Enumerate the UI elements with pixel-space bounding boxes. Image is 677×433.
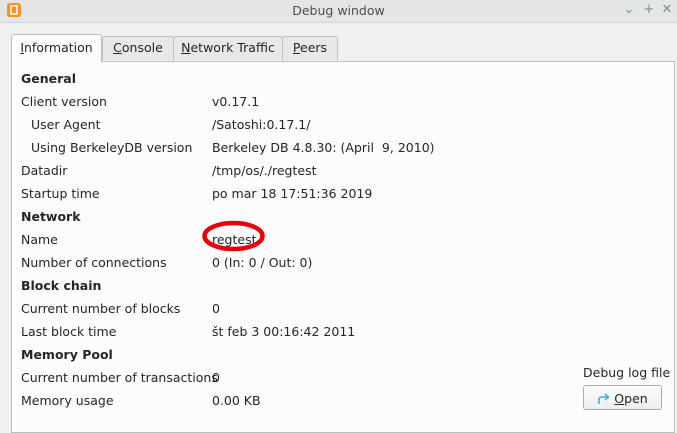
arrow-turn-icon (598, 392, 611, 404)
network-name-value: regtest (212, 232, 257, 247)
section-memory-pool: Memory Pool (21, 347, 113, 362)
transactions-label: Current number of transactions (21, 370, 218, 385)
transactions-value: 0 (212, 370, 220, 385)
open-debug-log-button[interactable]: Open (583, 385, 662, 410)
datadir-label: Datadir (21, 163, 68, 178)
berkeleydb-label: Using BerkeleyDB version (31, 140, 193, 155)
client-version-value: v0.17.1 (212, 94, 260, 109)
title-bar[interactable]: Debug window ⌄ + ✕ (0, 0, 677, 23)
last-block-time-label: Last block time (21, 324, 117, 339)
network-name-label: Name (21, 232, 58, 247)
berkeleydb-value: Berkeley DB 4.8.30: (April 9, 2010) (212, 140, 435, 155)
blocks-value: 0 (212, 301, 220, 316)
maximize-icon[interactable]: + (641, 2, 657, 18)
memory-usage-value: 0.00 KB (212, 393, 261, 408)
section-network: Network (21, 209, 81, 224)
tab-peers[interactable]: Peers (282, 36, 338, 60)
debug-window: Debug window ⌄ + ✕ Information Console N… (0, 0, 677, 433)
section-block-chain: Block chain (21, 278, 102, 293)
user-agent-value: /Satoshi:0.17.1/ (212, 117, 311, 132)
user-agent-label: User Agent (31, 117, 101, 132)
startup-time-label: Startup time (21, 186, 100, 201)
tab-information[interactable]: Information (11, 34, 102, 62)
memory-usage-label: Memory usage (21, 393, 114, 408)
last-block-time-value: št feb 3 00:16:42 2011 (212, 324, 356, 339)
blocks-label: Current number of blocks (21, 301, 181, 316)
tab-console[interactable]: Console (102, 36, 174, 60)
section-general: General (21, 71, 76, 86)
connections-value: 0 (In: 0 / Out: 0) (212, 255, 313, 270)
information-panel: General Client version v0.17.1 User Agen… (11, 61, 675, 433)
startup-time-value: po mar 18 17:51:36 2019 (212, 186, 373, 201)
tab-network-traffic[interactable]: Network Traffic (173, 36, 283, 60)
datadir-value: /tmp/os/./regtest (212, 163, 317, 178)
window-title: Debug window (292, 3, 385, 18)
client-version-label: Client version (21, 94, 107, 109)
connections-label: Number of connections (21, 255, 167, 270)
minimize-icon[interactable]: ⌄ (621, 2, 637, 18)
close-icon[interactable]: ✕ (659, 2, 675, 18)
debug-log-label: Debug log file (583, 365, 671, 380)
